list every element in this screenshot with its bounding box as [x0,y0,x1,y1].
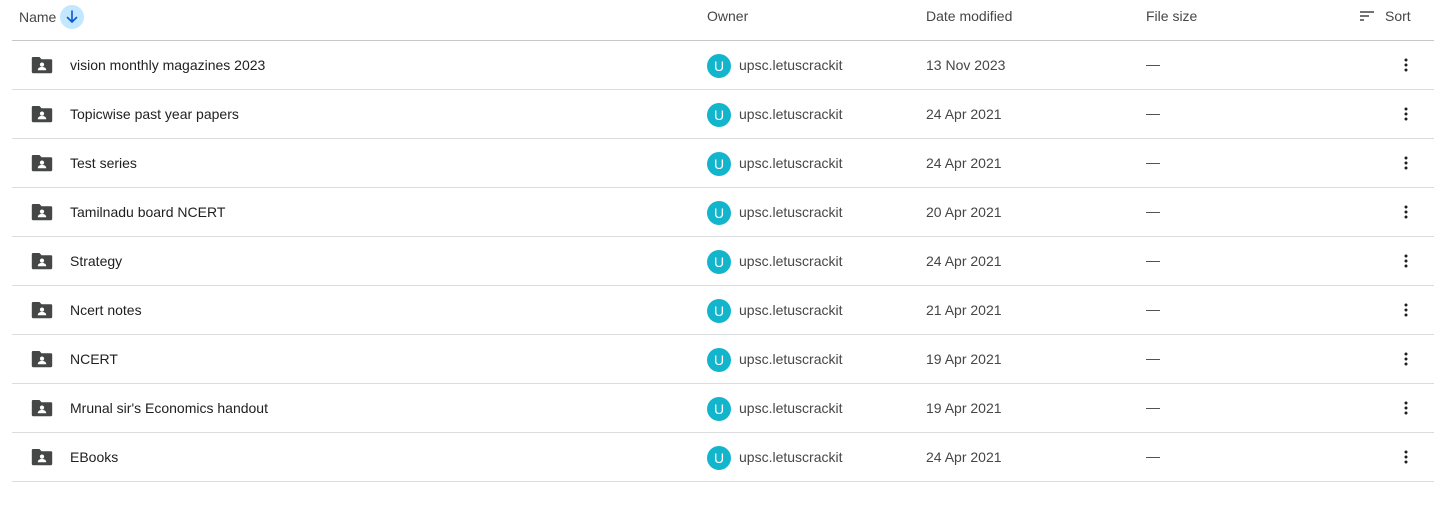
table-row[interactable]: Test series U upsc.letuscrackit 24 Apr 2… [12,139,1434,188]
owner-name: upsc.letuscrackit [739,204,843,220]
file-name[interactable]: Topicwise past year papers [70,106,239,122]
shared-folder-icon [31,350,53,368]
date-modified: 24 Apr 2021 [926,253,1002,269]
file-size: — [1146,105,1160,121]
date-modified: 19 Apr 2021 [926,400,1002,416]
arrow-down-icon[interactable] [60,5,85,29]
file-name[interactable]: Mrunal sir's Economics handout [70,400,268,416]
owner-name: upsc.letuscrackit [739,155,843,171]
more-vert-icon[interactable] [1394,347,1418,371]
file-name[interactable]: EBooks [70,449,118,465]
file-name[interactable]: Test series [70,155,137,171]
table-row[interactable]: Topicwise past year papers U upsc.letusc… [12,90,1434,139]
file-size-column-header[interactable]: File size [1146,8,1197,24]
table-row[interactable]: EBooks U upsc.letuscrackit 24 Apr 2021 — [12,433,1434,482]
owner-name: upsc.letuscrackit [739,351,843,367]
file-name[interactable]: Strategy [70,253,122,269]
file-name[interactable]: vision monthly magazines 2023 [70,57,265,73]
file-size: — [1146,399,1160,415]
file-size: — [1146,301,1160,317]
shared-folder-icon [31,203,53,221]
table-row[interactable]: Ncert notes U upsc.letuscrackit 21 Apr 2… [12,286,1434,335]
owner-name: upsc.letuscrackit [739,400,843,416]
list-header: Name Owner Date modified File size Sort [12,0,1434,41]
shared-folder-icon [31,105,53,123]
date-modified: 19 Apr 2021 [926,351,1002,367]
shared-folder-icon [31,252,53,270]
sort-button[interactable]: Sort [1359,8,1411,24]
more-vert-icon[interactable] [1394,249,1418,273]
shared-folder-icon [31,56,53,74]
avatar: U [707,201,731,225]
table-row[interactable]: Tamilnadu board NCERT U upsc.letuscracki… [12,188,1434,237]
table-row[interactable]: NCERT U upsc.letuscrackit 19 Apr 2021 — [12,335,1434,384]
avatar: U [707,299,731,323]
owner-name: upsc.letuscrackit [739,106,843,122]
file-name[interactable]: Tamilnadu board NCERT [70,204,225,220]
more-vert-icon[interactable] [1394,396,1418,420]
sort-lines-icon [1359,10,1375,22]
avatar: U [707,446,731,470]
date-modified: 24 Apr 2021 [926,449,1002,465]
avatar: U [707,397,731,421]
shared-folder-icon [31,301,53,319]
file-name[interactable]: NCERT [70,351,118,367]
date-modified: 24 Apr 2021 [926,155,1002,171]
shared-folder-icon [31,154,53,172]
file-size: — [1146,448,1160,464]
owner-name: upsc.letuscrackit [739,57,843,73]
shared-folder-icon [31,448,53,466]
owner-name: upsc.letuscrackit [739,449,843,465]
more-vert-icon[interactable] [1394,200,1418,224]
avatar: U [707,250,731,274]
file-list: Name Owner Date modified File size Sort [0,0,1445,529]
avatar: U [707,152,731,176]
file-size: — [1146,56,1160,72]
name-column-label: Name [19,9,57,25]
file-size: — [1146,154,1160,170]
shared-folder-icon [31,399,53,417]
owner-column-header[interactable]: Owner [707,8,748,24]
more-vert-icon[interactable] [1394,298,1418,322]
table-row[interactable]: Strategy U upsc.letuscrackit 24 Apr 2021… [12,237,1434,286]
file-rows: vision monthly magazines 2023 U upsc.let… [12,41,1434,482]
sort-label: Sort [1385,8,1411,24]
table-row[interactable]: vision monthly magazines 2023 U upsc.let… [12,41,1434,90]
avatar: U [707,348,731,372]
date-modified: 13 Nov 2023 [926,57,1006,73]
file-size: — [1146,203,1160,219]
more-vert-icon[interactable] [1394,53,1418,77]
date-modified: 24 Apr 2021 [926,106,1002,122]
owner-name: upsc.letuscrackit [739,302,843,318]
date-modified: 21 Apr 2021 [926,302,1002,318]
file-size: — [1146,350,1160,366]
owner-name: upsc.letuscrackit [739,253,843,269]
more-vert-icon[interactable] [1394,151,1418,175]
avatar: U [707,54,731,78]
name-column-header[interactable]: Name [19,5,85,29]
date-modified-column-header[interactable]: Date modified [926,8,1012,24]
table-row[interactable]: Mrunal sir's Economics handout U upsc.le… [12,384,1434,433]
date-modified: 20 Apr 2021 [926,204,1002,220]
avatar: U [707,103,731,127]
file-size: — [1146,252,1160,268]
more-vert-icon[interactable] [1394,102,1418,126]
more-vert-icon[interactable] [1394,445,1418,469]
file-name[interactable]: Ncert notes [70,302,142,318]
